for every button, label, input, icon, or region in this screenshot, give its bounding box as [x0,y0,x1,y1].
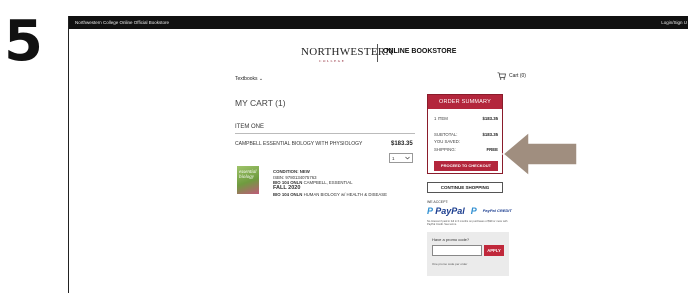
college-name: NORTHWESTERN [301,46,394,58]
bookstore-page: Northwestern College Online Official Boo… [68,16,688,293]
payment-logos: P PayPal P PayPal CREDIT [427,206,512,216]
cart-count: Cart (0) [509,73,526,79]
course-extra: CAMPBELL, ESSENTIAL [303,180,353,185]
arrow-pointer-icon [501,130,578,178]
proceed-to-checkout-button[interactable]: PROCEED TO CHECKOUT [434,161,498,171]
tutorial-frame: 5 Northwestern College Online Official B… [0,0,688,293]
summary-saved-row: YOU SAVED: [434,139,498,144]
paypal-logo: P PayPal [427,206,465,216]
item-price: $183.35 [391,141,413,147]
paypal-credit-logo: P [470,206,477,216]
item-title[interactable]: CAMPBELL ESSENTIAL BIOLOGY WITH PHYSIOLO… [235,141,362,147]
login-link[interactable]: Login/Sign U [661,20,687,25]
textbooks-menu[interactable]: Textbooks ⌄ [235,76,263,82]
paypal-fine-print: No Interest if paid in full in 6 months … [427,220,508,227]
promo-code-box: Have a promo code? APPLY One promo code … [427,232,509,276]
summary-items-row: 1 ITEM $183.35 [434,116,498,121]
cart-icon [497,72,506,80]
book-cover-title: essential biology [239,170,257,180]
logo-divider [377,44,378,62]
continue-shopping-button[interactable]: CONTINUE SHOPPING [427,182,503,193]
summary-shipping-label: SHIPPING: [434,147,456,152]
quantity-select[interactable]: 1 [389,153,413,163]
book-cover[interactable]: essential biology [237,166,259,194]
summary-shipping-row: SHIPPING: FREE [434,147,498,152]
chevron-down-icon [405,156,410,160]
summary-items-label: 1 ITEM [434,116,448,121]
cart-title: MY CART (1) [235,98,286,108]
item-condition: CONDITION: NEW [273,169,310,174]
course-name: HUMAN BIOLOGY w/ HEALTH & DISEASE [303,191,387,197]
promo-code-input[interactable] [432,245,482,256]
step-number: 5 [4,9,43,74]
item-heading: ITEM ONE [235,124,265,130]
quantity-value: 1 [392,155,395,161]
accepted-payments-label: WE ACCEPT: [427,200,449,204]
summary-shipping-value: FREE [486,147,498,152]
order-summary: ORDER SUMMARY 1 ITEM $183.35 SUBTOTAL: $… [427,94,503,174]
cart-link[interactable]: Cart (0) [497,72,526,80]
store-name: ONLINE BOOKSTORE [383,48,457,55]
course-code-2: BIO 104 ONLN [273,191,303,197]
college-subtitle: COLLEGE [319,59,346,63]
promo-note: One promo code per order [432,262,468,266]
store-logo[interactable]: NORTHWESTERN COLLEGE ONLINE BOOKSTORE [69,42,688,66]
site-title: Northwestern College Online Official Boo… [75,20,169,25]
course-term: FALL 2020 [273,185,301,192]
summary-items-value: $183.35 [482,116,498,121]
promo-question: Have a promo code? [432,237,470,242]
summary-subtotal-row: SUBTOTAL: $183.35 [434,132,498,137]
order-summary-heading: ORDER SUMMARY [428,95,502,109]
paypal-credit-label: PayPal CREDIT [482,208,512,213]
course-info: BIO 104 ONLN CAMPBELL, ESSENTIAL FALL 20… [273,180,387,197]
top-bar: Northwestern College Online Official Boo… [69,16,688,29]
item-details: CONDITION: NEW ISBN: 9780134075763 [273,169,316,180]
apply-promo-button[interactable]: APPLY [484,245,504,256]
summary-subtotal-value: $183.35 [482,132,498,137]
item-divider [235,133,415,134]
summary-saved-label: YOU SAVED: [434,139,460,144]
summary-subtotal-label: SUBTOTAL: [434,132,458,137]
